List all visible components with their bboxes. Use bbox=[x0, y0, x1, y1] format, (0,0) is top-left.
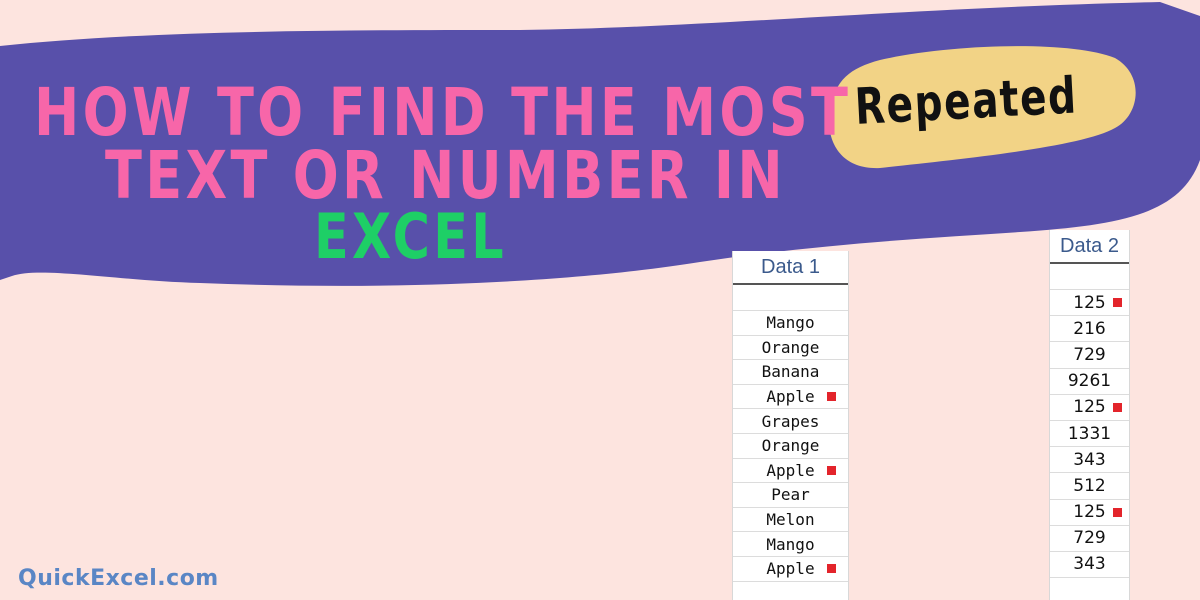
cell-value: 125 bbox=[1073, 397, 1106, 418]
table-cell[interactable]: Apple bbox=[733, 459, 848, 484]
duplicate-marker-icon bbox=[1113, 402, 1122, 412]
table-cell[interactable]: Grapes bbox=[733, 409, 848, 434]
duplicate-marker-icon bbox=[1113, 298, 1122, 308]
blank-row bbox=[1050, 264, 1129, 290]
cell-value: 216 bbox=[1073, 318, 1106, 339]
data2-column: Data 2 125 216 729 9261 125 1331 343 512 125 729 3… bbox=[1049, 230, 1130, 600]
table-cell[interactable]: Banana bbox=[733, 360, 848, 385]
cell-value: Banana bbox=[761, 362, 820, 382]
table-cell[interactable]: 729 bbox=[1050, 342, 1129, 369]
cell-value: Mango bbox=[766, 534, 815, 554]
duplicate-marker-icon bbox=[827, 564, 836, 574]
table-cell[interactable]: 729 bbox=[1050, 526, 1129, 552]
cell-value: 125 bbox=[1073, 502, 1106, 523]
table-cell[interactable]: 512 bbox=[1050, 473, 1129, 500]
brand-logo-text[interactable]: QuickExcel.com bbox=[18, 566, 219, 591]
title-line-excel: Excel bbox=[314, 200, 507, 273]
data1-header: Data 1 bbox=[733, 251, 848, 285]
highlight-word: Repeated bbox=[853, 66, 1079, 136]
table-cell[interactable]: Orange bbox=[733, 336, 848, 361]
cell-value: Pear bbox=[771, 485, 810, 505]
table-cell[interactable]: Apple bbox=[733, 385, 848, 410]
duplicate-marker-icon bbox=[827, 392, 836, 402]
table-cell[interactable]: 125 bbox=[1050, 290, 1129, 317]
cell-value: Melon bbox=[766, 510, 815, 530]
table-cell[interactable]: Mango bbox=[733, 532, 848, 557]
duplicate-marker-icon bbox=[827, 465, 836, 475]
cell-value: 343 bbox=[1073, 554, 1106, 575]
data1-column: Data 1 Mango Orange Banana Apple Grapes Orang… bbox=[732, 251, 849, 600]
table-cell[interactable]: 9261 bbox=[1050, 369, 1129, 395]
table-cell[interactable]: 343 bbox=[1050, 552, 1129, 579]
blank-row bbox=[733, 285, 848, 311]
cell-value: Apple bbox=[766, 460, 815, 480]
table-cell[interactable]: Pear bbox=[733, 483, 848, 508]
duplicate-marker-icon bbox=[1113, 507, 1122, 517]
data1-rows: Mango Orange Banana Apple Grapes Orange Apple P… bbox=[733, 311, 848, 582]
cell-value: Mango bbox=[766, 313, 815, 333]
table-cell[interactable]: 125 bbox=[1050, 500, 1129, 526]
table-cell[interactable]: 1331 bbox=[1050, 421, 1129, 448]
table-cell[interactable]: Melon bbox=[733, 508, 848, 533]
cell-value: 343 bbox=[1073, 449, 1106, 470]
cell-value: Grapes bbox=[761, 411, 820, 431]
table-cell[interactable]: 343 bbox=[1050, 447, 1129, 474]
cell-value: 125 bbox=[1073, 292, 1106, 313]
table-cell[interactable]: Orange bbox=[733, 434, 848, 459]
cell-value: 512 bbox=[1073, 475, 1106, 496]
table-cell[interactable]: 125 bbox=[1050, 395, 1129, 421]
cell-value: Orange bbox=[761, 337, 820, 357]
cell-value: 9261 bbox=[1067, 371, 1112, 392]
cell-value: 729 bbox=[1073, 528, 1106, 549]
cell-value: 1331 bbox=[1067, 423, 1112, 444]
table-cell[interactable]: Mango bbox=[733, 311, 848, 336]
table-cell[interactable]: Apple bbox=[733, 557, 848, 582]
cell-value: Orange bbox=[761, 436, 820, 456]
cell-value: Apple bbox=[766, 387, 815, 407]
table-cell[interactable]: 216 bbox=[1050, 316, 1129, 343]
data2-rows: 125 216 729 9261 125 1331 343 512 125 729 343 bbox=[1050, 290, 1129, 579]
data2-header: Data 2 bbox=[1050, 230, 1129, 264]
cell-value: Apple bbox=[766, 559, 815, 579]
cell-value: 729 bbox=[1073, 344, 1106, 365]
